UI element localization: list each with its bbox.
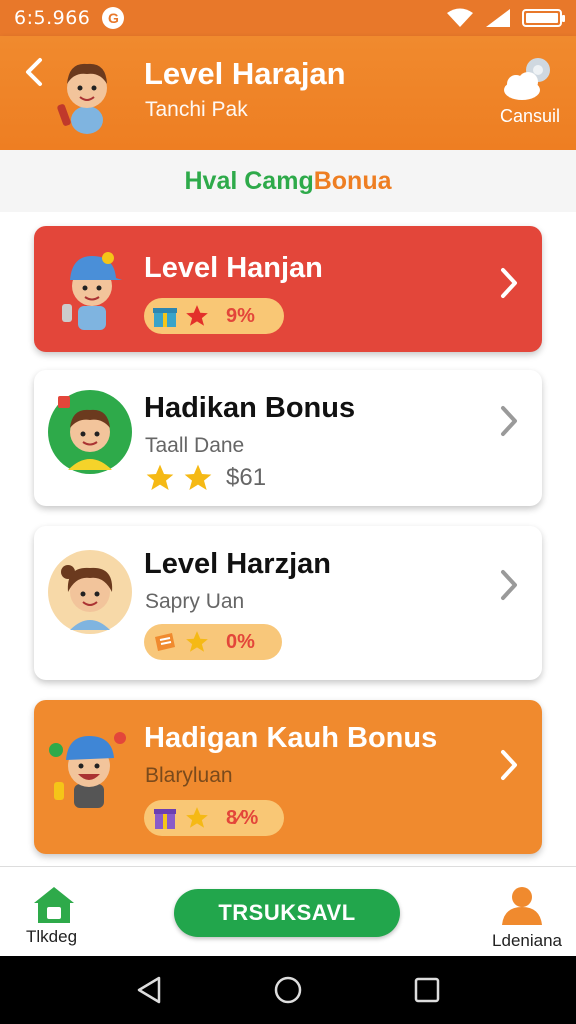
home-icon	[34, 887, 74, 923]
square-recents-icon	[414, 977, 439, 1003]
person-icon	[502, 887, 542, 925]
list-item[interactable]: Hadikan Bonus Taall Dane $61	[34, 370, 542, 506]
tab-home-label: Tlkdeg	[26, 927, 78, 946]
bonus-list: Level Hanjan 9% Hadikan Bonus Taall Dane…	[0, 212, 576, 866]
card-title: Level Hanjan	[144, 252, 323, 284]
gift-icon	[154, 809, 176, 829]
banner-text-orange: Bonua	[313, 166, 392, 195]
section-banner: Hval Camg Bonua	[0, 150, 576, 212]
worker-avatar-icon	[62, 252, 122, 330]
sync-icon: G	[102, 7, 125, 29]
wifi-icon	[447, 8, 473, 27]
battery-icon	[522, 9, 565, 27]
progress-value: 0%	[226, 630, 255, 653]
primary-action-button[interactable]: TRSUKSAVL	[174, 889, 400, 937]
bottom-tab-bar: Tlkdeg TRSUKSAVL Ldeniana	[0, 866, 576, 956]
status-bar: 6:5.966 G	[0, 0, 576, 36]
card-title: Hadigan Kauh Bonus	[144, 722, 438, 754]
card-subtitle: Sapry Uan	[145, 590, 245, 613]
progress-badge: 8⁄%	[144, 800, 284, 836]
star-icon	[146, 464, 174, 490]
app-bar: Level Harajan Tanchi Pak Cansuil	[0, 36, 576, 150]
worker-avatar-icon	[49, 732, 126, 808]
card-subtitle: Blaryluan	[145, 764, 233, 787]
girl-avatar-icon	[48, 550, 132, 634]
star-icon	[186, 631, 208, 652]
back-button[interactable]	[22, 56, 44, 92]
header-action-label[interactable]: Cansuil	[500, 106, 560, 127]
card-subtitle: Taall Dane	[145, 434, 245, 457]
triangle-back-icon	[138, 976, 161, 1004]
avatar	[57, 63, 107, 134]
tab-profile-label: Ldeniana	[492, 931, 562, 950]
nav-recents-button[interactable]	[407, 970, 447, 1010]
price-value: $61	[226, 464, 267, 491]
star-icon	[186, 807, 208, 828]
progress-value: 9%	[226, 304, 255, 327]
signal-icon	[486, 9, 510, 27]
list-item[interactable]: Hadigan Kauh Bonus Blaryluan 8⁄%	[34, 700, 542, 854]
page-subtitle: Tanchi Pak	[145, 98, 248, 121]
progress-value: 8⁄%	[226, 806, 259, 829]
card-title: Hadikan Bonus	[144, 392, 356, 424]
chevron-right-icon	[498, 266, 520, 308]
nav-home-button[interactable]	[268, 970, 308, 1010]
list-item[interactable]: Level Harzjan Sapry Uan 0%	[34, 526, 542, 680]
child-avatar-icon	[48, 390, 132, 474]
list-item[interactable]: Level Hanjan 9%	[34, 226, 542, 352]
system-nav-bar	[0, 956, 576, 1024]
coupon-icon	[155, 633, 175, 651]
progress-badge: 0%	[144, 624, 282, 660]
nav-back-button[interactable]	[129, 970, 169, 1010]
chevron-right-icon	[498, 404, 520, 446]
cloud-gear-icon[interactable]	[496, 56, 556, 106]
banner-text-green: Hval Camg	[184, 166, 314, 195]
circle-home-icon	[274, 976, 302, 1004]
tab-profile[interactable]: Ldeniana	[482, 885, 562, 950]
chevron-right-icon	[498, 748, 520, 790]
page-title: Level Harajan	[144, 56, 346, 91]
star-icon	[186, 305, 208, 326]
progress-badge: 9%	[144, 298, 284, 334]
card-title: Level Harzjan	[144, 548, 331, 580]
chevron-left-icon	[26, 58, 42, 86]
tab-home[interactable]: Tlkdeg	[26, 885, 80, 949]
chevron-right-icon	[498, 568, 520, 610]
status-time: 6:5.966	[14, 7, 91, 29]
star-icon	[184, 464, 212, 490]
gift-icon	[153, 308, 177, 327]
rating-row: $61	[144, 462, 266, 494]
